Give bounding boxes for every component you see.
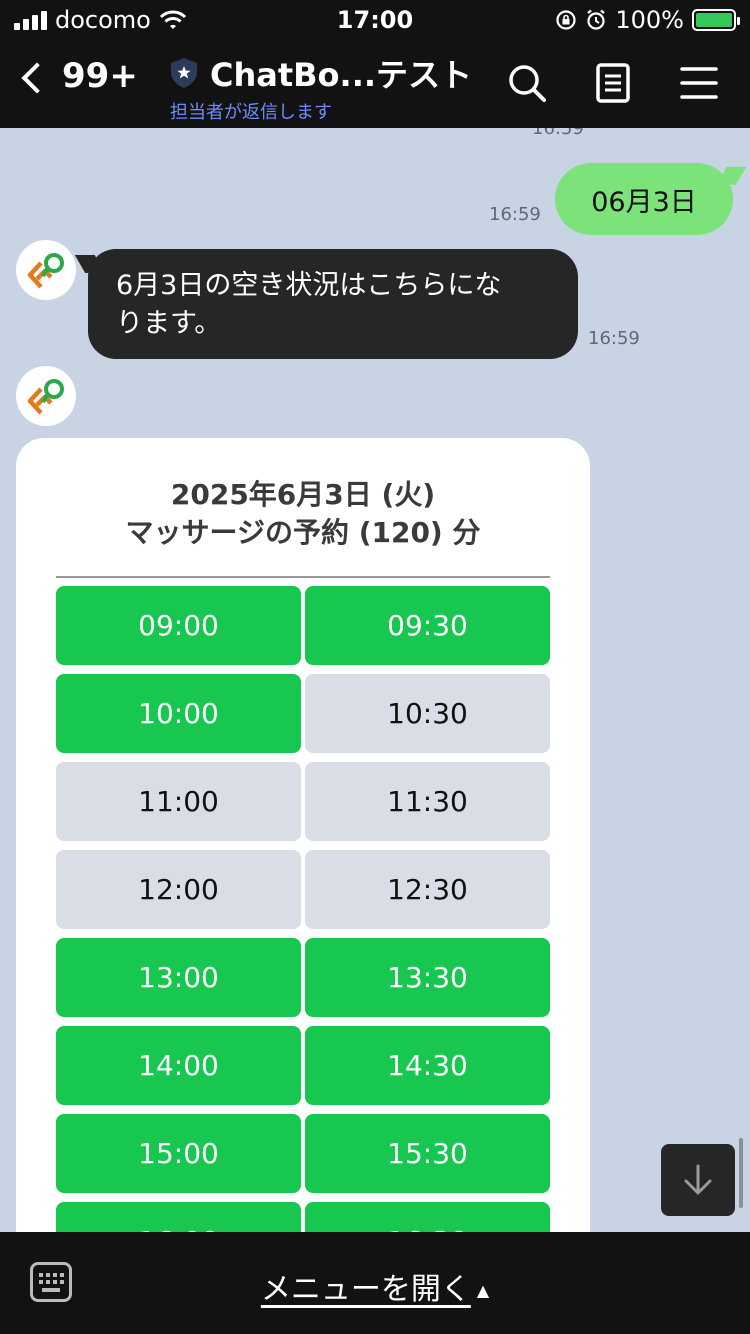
time-slot-label: 10:30	[387, 697, 468, 730]
time-slot-label: 16:00	[138, 1225, 219, 1232]
time-slot-label: 15:30	[387, 1137, 468, 1170]
bot-avatar-icon	[27, 253, 64, 289]
bottom-bar: メニューを開く ▲	[0, 1232, 750, 1334]
time-slot-button[interactable]: 13:30	[305, 938, 550, 1017]
unread-count: 99+	[62, 56, 138, 96]
incoming-message-line2: ります。	[116, 308, 222, 339]
time-slot-button[interactable]: 10:00	[56, 674, 301, 753]
chat-area[interactable]: 16:59 16:59 06月3日 6月3日の空き状況はこちらにな ります。 1…	[0, 128, 750, 1232]
time-slot-button[interactable]: 10:30	[305, 674, 550, 753]
menu-arrow-icon: ▲	[476, 1281, 490, 1300]
rotation-lock-icon	[556, 10, 576, 30]
message-timestamp: 16:59	[532, 128, 584, 139]
time-slot-button[interactable]: 11:00	[56, 762, 301, 841]
time-slot-button[interactable]: 11:30	[305, 762, 550, 841]
time-slot-button[interactable]: 15:30	[305, 1114, 550, 1193]
alarm-icon	[587, 9, 606, 30]
card-divider	[56, 576, 550, 578]
time-slot-grid: 09:00 09:30 10:00 10:30 11:00 11:30 12:00 12:30…	[56, 586, 550, 1232]
time-slot-button[interactable]: 14:30	[305, 1026, 550, 1105]
outgoing-timestamp: 16:59	[489, 204, 541, 225]
time-slot-button[interactable]: 12:00	[56, 850, 301, 929]
chat-subtitle: 担当者が返信します	[170, 102, 332, 123]
menu-icon[interactable]	[678, 62, 720, 104]
time-slot-label: 10:00	[138, 697, 219, 730]
time-slot-button[interactable]: 16:00	[56, 1202, 301, 1232]
status-bar: docomo 17:00 100%	[0, 0, 750, 42]
outgoing-message[interactable]: 06月3日	[555, 163, 733, 235]
time-slot-label: 13:00	[138, 961, 219, 994]
search-icon[interactable]	[506, 62, 548, 104]
chat-title-area[interactable]: ChatBo...テスト 担当者が返信します	[170, 50, 490, 124]
open-menu-label: メニューを開く	[260, 1272, 471, 1307]
header-actions	[506, 62, 720, 104]
outgoing-message-text: 06月3日	[591, 186, 697, 218]
bot-avatar[interactable]	[16, 240, 76, 300]
incoming-message[interactable]: 6月3日の空き状況はこちらにな ります。	[88, 249, 578, 359]
time-slot-button[interactable]: 13:00	[56, 938, 301, 1017]
time-slot-label: 14:00	[138, 1049, 219, 1082]
time-slot-label: 09:30	[387, 609, 468, 642]
incoming-message-line1: 6月3日の空き状況はこちらにな	[116, 270, 502, 301]
back-button[interactable]: 99+	[21, 56, 138, 96]
incoming-timestamp: 16:59	[588, 328, 640, 349]
time-slot-button[interactable]: 09:00	[56, 586, 301, 665]
time-slot-label: 09:00	[138, 609, 219, 642]
time-slot-label: 15:00	[138, 1137, 219, 1170]
reservation-card: 2025年6月3日 (火) マッサージの予約 (120) 分 09:00 09:3…	[16, 438, 590, 1232]
battery-icon	[692, 9, 740, 31]
card-date: 2025年6月3日 (火)	[170, 478, 436, 511]
bot-avatar[interactable]	[16, 366, 76, 426]
time-slot-button[interactable]: 09:30	[305, 586, 550, 665]
time-slot-label: 16:30	[387, 1225, 468, 1232]
time-slot-button[interactable]: 16:30	[305, 1202, 550, 1232]
bot-avatar-icon	[27, 379, 64, 415]
chat-header: 99+ ChatBo...テスト 担当者が返信します	[0, 42, 750, 128]
chat-title: ChatBo...テスト	[210, 56, 473, 94]
time-slot-label: 11:30	[387, 785, 468, 818]
shield-star-icon	[171, 58, 197, 88]
time-slot-button[interactable]: 15:00	[56, 1114, 301, 1193]
time-slot-label: 13:30	[387, 961, 468, 994]
back-chevron-icon	[21, 62, 53, 94]
scrollbar[interactable]	[739, 1138, 743, 1208]
status-right: 100%	[555, 6, 740, 34]
time-slot-label: 14:30	[387, 1049, 468, 1082]
time-slot-label: 11:00	[138, 785, 219, 818]
arrow-down-icon	[684, 1164, 712, 1195]
open-menu-button[interactable]: メニューを開く ▲	[0, 1264, 750, 1308]
time-slot-button[interactable]: 14:00	[56, 1026, 301, 1105]
battery-percent: 100%	[615, 6, 684, 34]
time-slot-label: 12:00	[138, 873, 219, 906]
time-slot-button[interactable]: 12:30	[305, 850, 550, 929]
card-service: マッサージの予約 (120) 分	[125, 516, 481, 549]
time-slot-label: 12:30	[387, 873, 468, 906]
scroll-down-button[interactable]	[661, 1144, 735, 1216]
card-title: 2025年6月3日 (火) マッサージの予約 (120) 分	[16, 476, 590, 552]
notes-icon[interactable]	[592, 62, 634, 104]
